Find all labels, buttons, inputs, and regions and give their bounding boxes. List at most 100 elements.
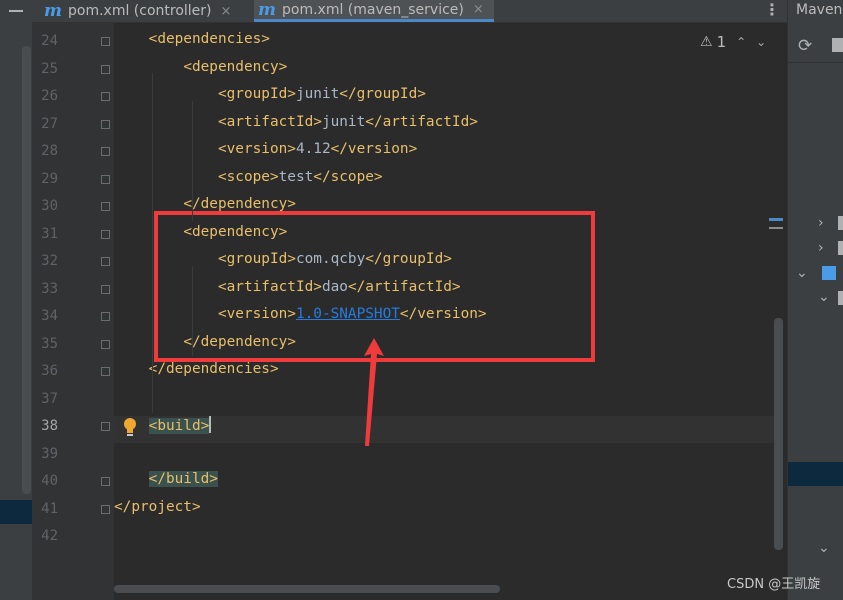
xml-tag: </groupId> bbox=[339, 86, 426, 102]
text-caret bbox=[209, 416, 212, 433]
fold-marker-icon[interactable] bbox=[101, 202, 110, 211]
xml-tag: <groupId> bbox=[217, 86, 296, 102]
line-number: 30 bbox=[41, 198, 58, 214]
lightbulb-icon[interactable] bbox=[123, 417, 137, 439]
fold-marker-icon[interactable] bbox=[101, 64, 110, 74]
code-editor[interactable]: 24 25 26 27 28 29 30 31 32 33 34 35 36 37 38 39 40 41 42 <… bbox=[32, 23, 787, 600]
tab-pom-controller[interactable]: m pom.xml (controller) × bbox=[44, 0, 231, 22]
code-line[interactable]: </dependencies> bbox=[114, 361, 279, 377]
fold-marker-icon[interactable] bbox=[101, 257, 110, 266]
fold-marker-icon[interactable] bbox=[101, 504, 110, 514]
maven-file-icon: m bbox=[258, 0, 276, 20]
indent-guide bbox=[192, 266, 193, 356]
refresh-icon[interactable]: ⟳ bbox=[798, 36, 812, 56]
fold-marker-icon[interactable] bbox=[101, 147, 110, 156]
chevron-up-icon[interactable]: ⌃ bbox=[736, 35, 746, 49]
line-number: 28 bbox=[41, 143, 58, 159]
tree-item-icon bbox=[838, 216, 843, 230]
horizontal-scrollbar[interactable] bbox=[114, 585, 500, 593]
code-line[interactable]: </project> bbox=[114, 499, 201, 515]
warning-count: 1 bbox=[716, 33, 727, 51]
xml-tag: <dependencies> bbox=[148, 31, 270, 47]
line-number: 31 bbox=[41, 225, 58, 242]
fold-marker-icon[interactable] bbox=[101, 367, 110, 376]
chevron-down-icon[interactable]: ⌄ bbox=[818, 289, 830, 305]
code-line[interactable]: <version>4.12</version> bbox=[114, 141, 417, 157]
inspection-widget[interactable]: ⚠ 1 ⌃ ⌄ bbox=[700, 33, 766, 51]
close-icon[interactable]: × bbox=[221, 4, 232, 19]
xml-tag: </build> bbox=[148, 471, 218, 487]
tree-item-icon bbox=[838, 291, 843, 305]
line-number: 42 bbox=[41, 528, 58, 544]
left-tool-strip bbox=[0, 0, 33, 600]
tab-pom-maven-service[interactable]: m pom.xml (maven_service) × bbox=[254, 0, 494, 22]
minimize-icon[interactable] bbox=[9, 10, 23, 12]
maven-tool-window: Maven ⟳ › › ⌄ ⌄ ⌄ bbox=[787, 0, 843, 600]
chevron-down-icon[interactable]: ⌄ bbox=[756, 35, 766, 49]
more-tabs-icon[interactable]: ⋮ bbox=[764, 0, 780, 22]
fold-marker-icon[interactable] bbox=[101, 119, 110, 129]
fold-marker-icon[interactable] bbox=[101, 339, 110, 349]
fold-marker-icon[interactable] bbox=[101, 229, 110, 239]
xml-tag: </project> bbox=[114, 498, 201, 515]
tree-item-icon bbox=[838, 241, 843, 255]
maven-toolbar: ⟳ bbox=[788, 28, 843, 63]
code-line[interactable]: <dependency> bbox=[114, 59, 287, 75]
fold-marker-icon[interactable] bbox=[101, 312, 110, 321]
code-line[interactable]: <dependencies> bbox=[114, 31, 270, 47]
line-number: 32 bbox=[41, 253, 58, 269]
chevron-right-icon[interactable]: › bbox=[818, 215, 824, 231]
code-line[interactable]: <artifactId>junit</artifactId> bbox=[114, 114, 478, 130]
folder-icon[interactable] bbox=[832, 38, 843, 52]
annotation-arrow bbox=[364, 338, 384, 446]
code-line[interactable]: </dependency> bbox=[114, 196, 296, 212]
xml-tag: </dependencies> bbox=[148, 361, 279, 377]
xml-text: junit bbox=[295, 86, 340, 102]
code-line[interactable]: <groupId>junit</groupId> bbox=[114, 86, 426, 102]
code-line[interactable]: </build> bbox=[114, 471, 218, 487]
indent-guide bbox=[192, 101, 193, 221]
fold-marker-icon[interactable] bbox=[101, 174, 110, 184]
xml-tag: <build> bbox=[148, 418, 210, 434]
xml-tag: </artifactId> bbox=[365, 113, 478, 130]
warning-icon: ⚠ bbox=[700, 34, 713, 50]
line-number: 34 bbox=[41, 308, 58, 324]
chevron-down-icon[interactable]: ⌄ bbox=[796, 265, 808, 281]
line-number: 25 bbox=[41, 60, 58, 77]
xml-tag: </scope> bbox=[313, 168, 383, 185]
line-number: 36 bbox=[41, 363, 58, 379]
line-number: 24 bbox=[41, 33, 58, 49]
fold-marker-icon[interactable] bbox=[101, 477, 110, 486]
left-scrollbar[interactable] bbox=[22, 46, 31, 494]
close-icon[interactable]: × bbox=[473, 2, 484, 17]
fold-marker-icon[interactable] bbox=[101, 37, 110, 46]
line-number: 40 bbox=[41, 473, 58, 489]
error-stripe-mark[interactable] bbox=[769, 227, 783, 229]
line-number: 29 bbox=[41, 170, 58, 187]
xml-tag: <scope> bbox=[217, 168, 279, 185]
error-stripe-mark[interactable] bbox=[769, 218, 783, 221]
chevron-right-icon[interactable]: › bbox=[818, 240, 824, 256]
xml-tag: <dependency> bbox=[183, 58, 288, 75]
vertical-scrollbar[interactable] bbox=[774, 318, 783, 550]
line-number: 33 bbox=[41, 280, 58, 297]
maven-module-icon bbox=[822, 266, 836, 280]
maven-file-icon: m bbox=[44, 1, 62, 21]
fold-marker-icon[interactable] bbox=[101, 284, 110, 294]
line-number: 39 bbox=[41, 445, 58, 462]
fold-marker-icon[interactable] bbox=[101, 422, 110, 431]
code-line[interactable]: <scope>test</scope> bbox=[114, 169, 383, 185]
maven-selected-row[interactable] bbox=[788, 462, 843, 486]
chevron-down-icon[interactable]: ⌄ bbox=[818, 540, 830, 556]
fold-marker-icon[interactable] bbox=[101, 92, 110, 101]
maven-panel-title[interactable]: Maven bbox=[796, 2, 842, 18]
xml-tag: <artifactId> bbox=[217, 113, 322, 130]
